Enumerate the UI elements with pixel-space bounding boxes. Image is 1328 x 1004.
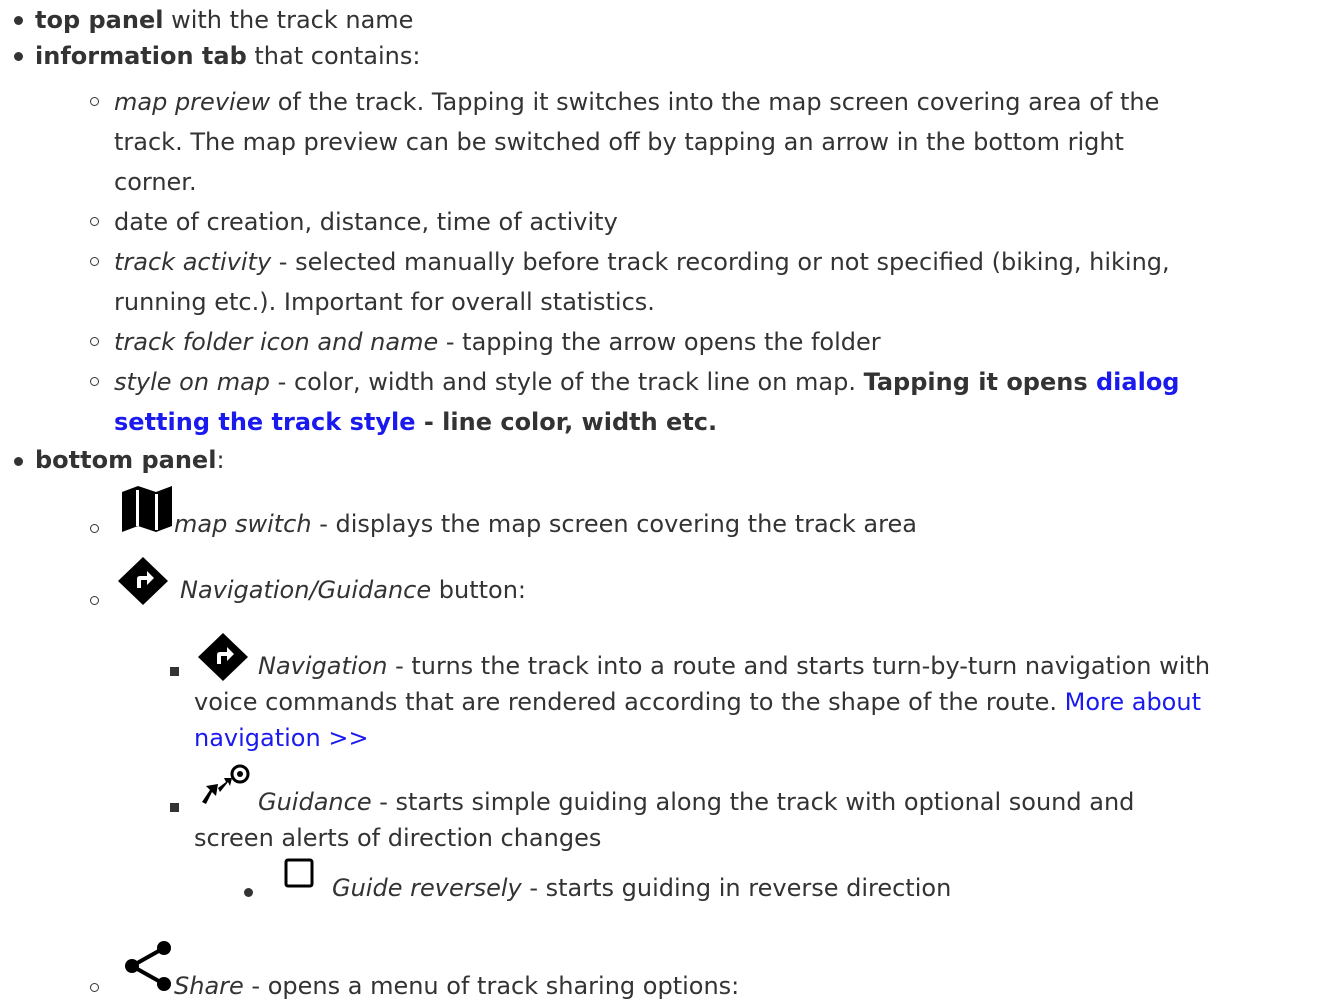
bullet-circle [90,596,99,605]
term-map-switch: map switch [174,510,312,538]
navigation-diamond-icon [196,632,250,692]
bullet-square [170,667,179,676]
term-navigation: Navigation [258,652,388,680]
desc-style-on-map: - color, width and style of the track li… [270,368,864,396]
desc-track-folder: - tapping the arrow opens the folder [438,328,881,356]
bullet-disc [14,16,23,25]
bullet-circle [90,97,99,106]
desc-map-preview-2: track. The map preview can be switched o… [114,128,1124,156]
term-guidance: Guidance [258,788,372,816]
desc-guide-reversely: - starts guiding in reverse direction [521,874,952,902]
bullet-circle [90,257,99,266]
share-icon [120,938,176,1004]
guidance-icon [196,764,252,824]
desc-map-preview-1: of the track. Tapping it switches into t… [270,88,1160,116]
desc-bottom-panel: : [216,446,225,474]
bullet-disc [14,52,23,61]
checkbox-icon [284,858,314,898]
term-map-preview: map preview [114,88,271,116]
bullet-circle [90,217,99,226]
desc-map-switch: - displays the map screen covering the t… [311,510,917,538]
map-icon [120,484,174,544]
term-bottom-panel: bottom panel [35,446,217,474]
desc-navigation-1: - turns the track into a route and start… [387,652,1211,680]
term-top-panel: top panel [35,6,164,34]
desc-guidance-2: screen alerts of direction changes [194,824,602,852]
link-setting-track-style[interactable]: setting the track style [114,408,416,436]
term-guide-reversely: Guide reversely [332,874,522,902]
term-information-tab: information tab [35,42,247,70]
navigation-diamond-icon [116,556,170,616]
link-dialog-track-style[interactable]: dialog [1096,368,1180,396]
bullet-circle [90,337,99,346]
bold-tapping-opens: Tapping it opens [863,368,1096,396]
bullet-disc [244,888,253,897]
link-more-about[interactable]: More about [1065,688,1201,716]
desc-navigation-2: voice commands that are rendered accordi… [194,688,1065,716]
term-nav-guidance: Navigation/Guidance [180,576,432,604]
term-share: Share [174,972,244,1000]
bold-line-color-width: - line color, width etc. [415,408,718,436]
desc-nav-guidance: button: [431,576,526,604]
term-track-folder: track folder icon and name [114,328,439,356]
bullet-circle [90,983,99,992]
link-navigation-more[interactable]: navigation >> [194,724,369,752]
bullet-circle [90,524,99,533]
desc-information-tab: that contains: [246,42,421,70]
desc-guidance-1: - starts simple guiding along the track … [371,788,1135,816]
desc-track-activity-1: - selected manually before track recordi… [271,248,1170,276]
desc-date: date of creation, distance, time of acti… [114,208,618,236]
bullet-square [170,803,179,812]
term-track-activity: track activity [114,248,272,276]
term-style-on-map: style on map [114,368,271,396]
desc-share: - opens a menu of track sharing options: [243,972,740,1000]
desc-top-panel: with the track name [163,6,414,34]
desc-track-activity-2: running etc.). Important for overall sta… [114,288,655,316]
bullet-circle [90,377,99,386]
bullet-disc [14,457,23,466]
desc-map-preview-3: corner. [114,168,197,196]
